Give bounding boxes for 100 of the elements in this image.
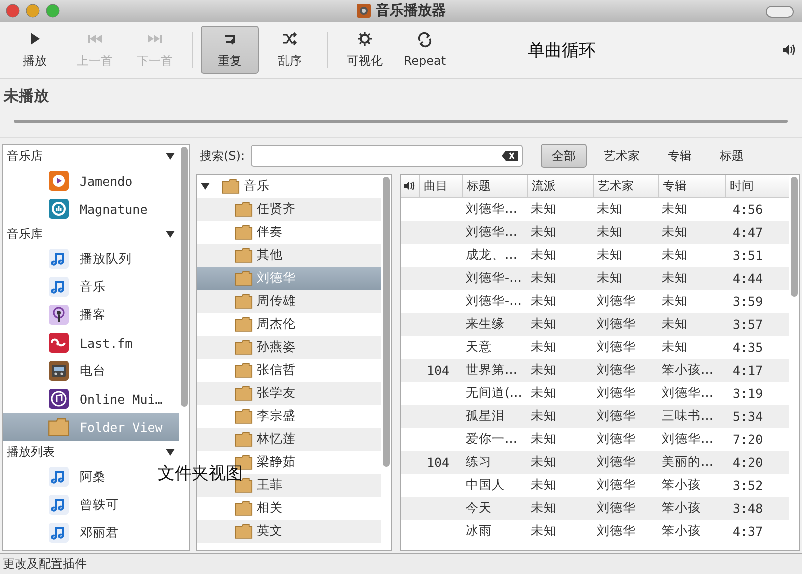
sidebar-item[interactable]: 音乐 bbox=[3, 273, 110, 301]
repeat-icon bbox=[417, 32, 433, 48]
scrollbar-thumb[interactable] bbox=[382, 177, 390, 467]
minimize-button[interactable] bbox=[26, 4, 40, 18]
progress-track[interactable] bbox=[14, 120, 788, 123]
maximize-button[interactable] bbox=[46, 4, 60, 18]
table-cell-text: 未知 bbox=[530, 269, 558, 287]
repeatone-button[interactable]: Repeat bbox=[396, 26, 454, 74]
table-cell-text: 104 bbox=[426, 362, 451, 380]
column-header[interactable]: 曲目 bbox=[419, 175, 462, 197]
shuffle-button[interactable]: 乱序 bbox=[261, 26, 319, 74]
now-playing-text: 未播放 bbox=[4, 87, 50, 106]
column-header[interactable]: 时间 bbox=[725, 175, 789, 197]
folder-icon bbox=[235, 432, 253, 448]
table-cell-text: 4:47 bbox=[732, 224, 764, 242]
table-cell-text: 4:17 bbox=[732, 362, 764, 380]
folder-icon bbox=[235, 224, 253, 240]
play-button[interactable]: 播放 bbox=[6, 26, 64, 74]
close-button[interactable] bbox=[6, 4, 20, 18]
filter-tab[interactable]: 全部 bbox=[541, 144, 588, 168]
volume-icon[interactable] bbox=[782, 44, 796, 56]
tree-row[interactable]: 孙燕姿 bbox=[197, 336, 381, 359]
table-cell-text: 未知 bbox=[530, 407, 558, 425]
music-note-icon bbox=[48, 494, 70, 516]
folder-label: 英文 bbox=[257, 523, 283, 540]
expander-icon[interactable] bbox=[166, 230, 175, 238]
search-field[interactable] bbox=[251, 145, 524, 167]
shuffle-icon bbox=[282, 30, 298, 46]
filter-tab[interactable]: 标题 bbox=[709, 144, 756, 168]
expander-icon[interactable] bbox=[201, 182, 210, 191]
column-header[interactable]: 标题 bbox=[462, 175, 527, 197]
repeat-button[interactable]: 重复 bbox=[201, 26, 259, 74]
table-cell-text: 未知 bbox=[596, 223, 624, 241]
table-cell-text: 未知 bbox=[530, 292, 558, 310]
expander-icon[interactable] bbox=[166, 448, 175, 456]
table-cell-text: 未知 bbox=[596, 246, 624, 264]
sidebar-item[interactable]: 曾轶可 bbox=[3, 491, 123, 519]
folder-label: 孙燕姿 bbox=[257, 339, 296, 356]
sidebar-item[interactable]: 播客 bbox=[3, 301, 110, 329]
tree-row[interactable]: 张学友 bbox=[197, 382, 381, 405]
table-cell-text: 3:19 bbox=[732, 385, 764, 403]
music-note-icon bbox=[48, 466, 70, 488]
table-cell-text: 刘德华 bbox=[596, 292, 637, 310]
sidebar-item[interactable]: Online Mui… bbox=[3, 385, 167, 413]
sidebar-item[interactable]: 电台 bbox=[3, 357, 110, 385]
status-text: 更改及配置插件 bbox=[3, 556, 87, 572]
folder-icon bbox=[235, 524, 253, 540]
folder-icon bbox=[235, 248, 253, 264]
speaker-app-icon bbox=[356, 3, 372, 19]
visual-button[interactable]: 可视化 bbox=[336, 26, 394, 74]
table-cell-text: 3:48 bbox=[732, 500, 764, 518]
clear-icon[interactable] bbox=[502, 151, 518, 161]
table-cell-text: 4:56 bbox=[732, 201, 764, 219]
table-cell-text: 未知 bbox=[530, 338, 558, 356]
sidebar-item[interactable]: 邓丽君 bbox=[3, 519, 123, 547]
table-cell-text: 刘德华 bbox=[596, 338, 637, 356]
tree-row[interactable]: 英文 bbox=[197, 520, 381, 543]
table-cell-text: 7:20 bbox=[732, 431, 764, 449]
table-cell-text: 未知 bbox=[661, 338, 689, 356]
table-cell-text: 未知 bbox=[530, 430, 558, 448]
tree-row[interactable]: 林忆莲 bbox=[197, 428, 381, 451]
table-cell-text: 未知 bbox=[661, 315, 689, 333]
table-cell-text: 未知 bbox=[596, 269, 624, 287]
music-note-icon bbox=[48, 276, 70, 298]
table-cell-text: 孤星泪 bbox=[465, 407, 506, 425]
table-cell-text: 未知 bbox=[661, 269, 689, 287]
table-cell-text: 刘德华 bbox=[596, 453, 637, 471]
sidebar-item[interactable]: Jamendo bbox=[3, 167, 137, 195]
column-header[interactable]: 艺术家 bbox=[593, 175, 658, 197]
section-title: 音乐店 bbox=[7, 148, 43, 164]
sidebar-item[interactable]: Last.fm bbox=[3, 329, 137, 357]
folder-label: 音乐 bbox=[244, 178, 270, 195]
table-cell-text: 4:20 bbox=[732, 454, 764, 472]
table-cell-text: 刘德华… bbox=[661, 384, 714, 402]
tree-row[interactable]: 周传雄 bbox=[197, 290, 381, 313]
table-cell-text: 刘德华 bbox=[596, 476, 637, 494]
folder-label: 张信哲 bbox=[257, 362, 296, 379]
sidebar-item[interactable]: 播放队列 bbox=[3, 245, 136, 273]
expander-icon[interactable] bbox=[166, 152, 175, 160]
folder-icon bbox=[235, 362, 253, 378]
search-label: 搜索(S): bbox=[200, 148, 246, 164]
table-cell-text: 刘德华 bbox=[596, 430, 637, 448]
column-header[interactable]: 流派 bbox=[527, 175, 593, 197]
column-header[interactable]: 专辑 bbox=[658, 175, 725, 197]
tree-row[interactable]: 任贤齐 bbox=[197, 198, 381, 221]
table-cell-text: 4:35 bbox=[732, 339, 764, 357]
sidebar-item[interactable]: Magnatune bbox=[3, 195, 152, 223]
folder-label: 王菲 bbox=[257, 477, 283, 494]
sidebar-item[interactable]: 阿桑 bbox=[3, 463, 110, 491]
section-title: 播放列表 bbox=[7, 444, 55, 460]
table-cell-text: 3:57 bbox=[732, 316, 764, 334]
table-cell-text: 刘德华 bbox=[596, 407, 637, 425]
toolbar-toggle-button[interactable] bbox=[766, 6, 794, 18]
filter-tab[interactable]: 艺术家 bbox=[593, 144, 652, 168]
table-cell-text: 未知 bbox=[596, 200, 624, 218]
table-cell-text: 三味书… bbox=[661, 407, 714, 425]
scrollbar-thumb[interactable] bbox=[180, 147, 188, 407]
scrollbar-thumb[interactable] bbox=[790, 177, 798, 297]
filter-tab[interactable]: 专辑 bbox=[657, 144, 704, 168]
tree-row[interactable]: 其他 bbox=[197, 244, 381, 267]
